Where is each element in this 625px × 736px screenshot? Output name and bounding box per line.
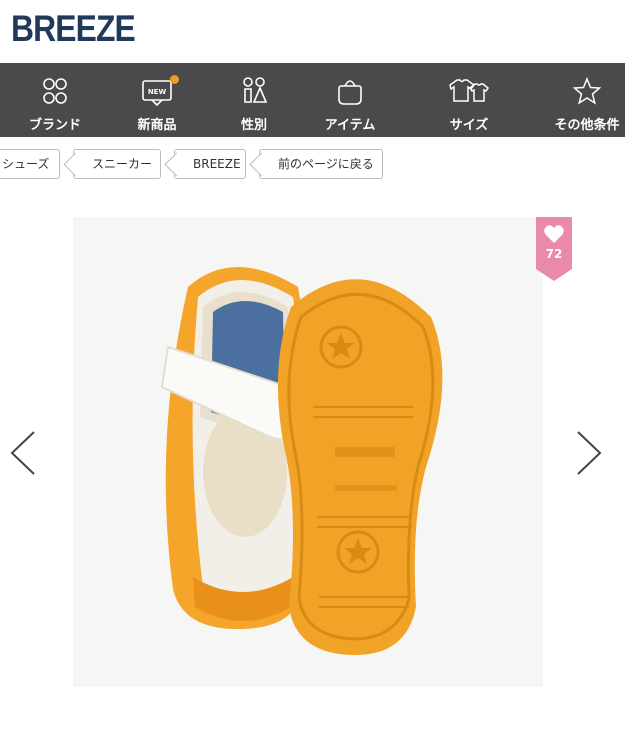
favorite-button[interactable]: 72 <box>536 217 572 281</box>
nav-item-item[interactable]: アイテム <box>315 63 385 137</box>
breadcrumb-shoes[interactable]: シューズ <box>0 149 60 179</box>
favorite-count: 72 <box>545 247 563 261</box>
nav-label-brand: ブランド <box>28 118 81 133</box>
nav-item-other[interactable]: その他条件 <box>552 63 622 137</box>
gender-icon <box>243 77 268 103</box>
category-nav: ブランド NEW 新商品 性別 アイテム サイズ その他条件 <box>0 63 625 137</box>
nav-label-item: アイテム <box>324 118 376 133</box>
right-shoe-sole-view <box>277 279 443 656</box>
nav-item-new[interactable]: NEW 新商品 <box>122 63 192 137</box>
nav-label-size: サイズ <box>449 118 489 133</box>
product-photo[interactable] <box>73 217 543 687</box>
nav-label-gender: 性別 <box>240 118 267 133</box>
nav-item-gender[interactable]: 性別 <box>219 63 289 137</box>
bag-icon <box>338 80 362 105</box>
brand-icon <box>43 78 67 104</box>
breadcrumb: シューズ スニーカー BREEZE 前のページに戻る <box>0 149 625 179</box>
nav-item-brand[interactable]: ブランド <box>20 63 90 137</box>
nav-item-size[interactable]: サイズ <box>434 63 504 137</box>
back-to-previous-page-link[interactable]: 前のページに戻る <box>259 149 383 179</box>
breadcrumb-breeze[interactable]: BREEZE <box>174 149 246 179</box>
new-icon: NEW <box>142 80 172 106</box>
nav-label-other: その他条件 <box>554 118 620 133</box>
breadcrumb-sneakers[interactable]: スニーカー <box>73 149 161 179</box>
site-header: BREEZE <box>0 0 625 63</box>
new-badge-text: NEW <box>148 88 167 96</box>
kids-shoes-illustration <box>160 267 443 656</box>
previous-image-arrow-icon[interactable] <box>4 428 38 478</box>
next-image-arrow-icon[interactable] <box>574 428 608 478</box>
new-indicator-dot <box>170 75 179 84</box>
breeze-logo[interactable]: BREEZE <box>11 8 136 50</box>
size-icon <box>449 79 490 102</box>
star-icon <box>572 77 602 105</box>
nav-label-new: 新商品 <box>137 118 177 133</box>
